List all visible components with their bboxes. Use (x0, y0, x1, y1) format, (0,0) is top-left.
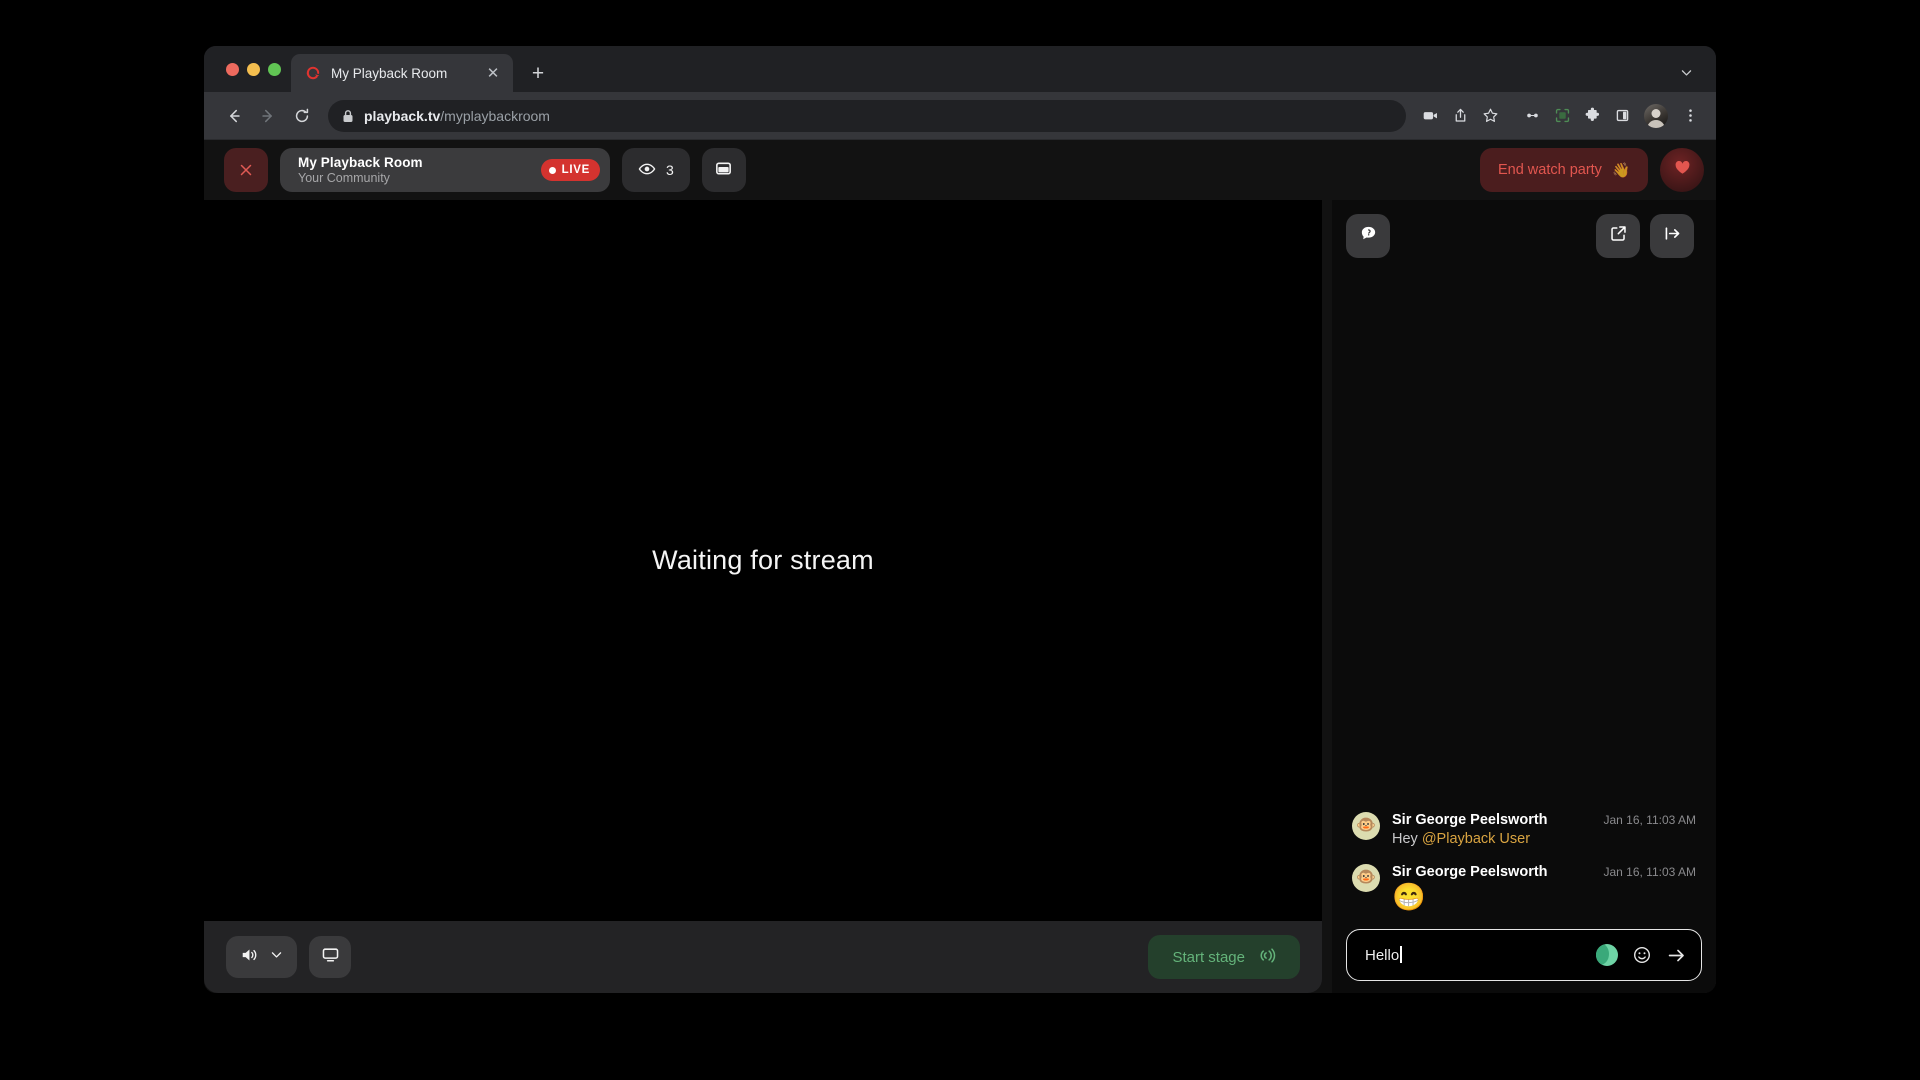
chat-panel: 🐵 Sir George Peelsworth Jan 16, 11:03 AM… (1332, 200, 1716, 993)
send-arrow-icon[interactable] (1666, 945, 1687, 966)
monitor-icon (321, 945, 340, 969)
broadcast-icon (1257, 946, 1276, 969)
app-header: My Playback Room Your Community LIVE 3 E… (204, 140, 1716, 200)
volume-button[interactable] (226, 936, 297, 978)
app-body: Waiting for stream Start stage 🐵 Sir Geo… (204, 200, 1716, 993)
avatar: 🐵 (1352, 812, 1380, 841)
browser-tabstrip: My Playback Room ✕ + (204, 46, 1716, 92)
room-info-pill[interactable]: My Playback Room Your Community LIVE (280, 148, 610, 192)
emoji-smiley-icon[interactable] (1632, 945, 1652, 965)
screen-share-button[interactable] (309, 936, 351, 978)
forward-icon[interactable] (252, 100, 284, 132)
share-icon[interactable] (1446, 102, 1474, 130)
chat-message-header: Sir George Peelsworth Jan 16, 11:03 AM (1392, 812, 1696, 828)
chat-input-container: Hello (1332, 929, 1716, 981)
start-stage-button[interactable]: Start stage (1148, 935, 1300, 979)
favorite-button[interactable] (1660, 148, 1704, 192)
chat-input-value: Hello (1365, 947, 1400, 964)
chat-message-body: Sir George Peelsworth Jan 16, 11:03 AM 😁 (1392, 864, 1696, 913)
layout-button[interactable] (701, 148, 746, 192)
reload-icon[interactable] (286, 100, 318, 132)
window-traffic-lights (220, 46, 291, 92)
chat-message-header: Sir George Peelsworth Jan 16, 11:03 AM (1392, 864, 1696, 880)
text-caret (1400, 946, 1402, 963)
waving-hand-icon: 👋 (1611, 162, 1630, 179)
start-stage-label: Start stage (1172, 948, 1245, 966)
external-link-icon (1609, 224, 1628, 248)
browser-tab[interactable]: My Playback Room ✕ (291, 54, 513, 92)
eye-icon (638, 160, 656, 181)
status-badge: LIVE (540, 159, 600, 181)
chat-message-author: Sir George Peelsworth (1392, 863, 1548, 880)
video-player[interactable]: Waiting for stream (204, 200, 1322, 921)
viewer-count-label: 3 (666, 162, 674, 178)
chat-message-timestamp: Jan 16, 11:03 AM (1603, 813, 1696, 828)
chrome-menu-icon[interactable] (1676, 102, 1704, 130)
playback-app: My Playback Room Your Community LIVE 3 E… (204, 140, 1716, 993)
screen-layout-icon (714, 159, 733, 181)
bookmark-star-icon[interactable] (1476, 102, 1504, 130)
extension-dots-icon[interactable] (1518, 102, 1546, 130)
tab-close-icon[interactable]: ✕ (483, 63, 503, 83)
profile-avatar[interactable] (1644, 103, 1668, 128)
chat-message-list[interactable]: 🐵 Sir George Peelsworth Jan 16, 11:03 AM… (1332, 272, 1716, 929)
chat-message: 🐵 Sir George Peelsworth Jan 16, 11:03 AM… (1352, 863, 1696, 913)
chat-help-button[interactable] (1346, 214, 1390, 258)
browser-window: My Playback Room ✕ + playback.tv/myplayb… (204, 46, 1716, 993)
presence-orb[interactable] (1596, 944, 1618, 966)
chat-message-text-prefix: Hey (1392, 831, 1422, 848)
volume-icon (240, 945, 260, 970)
close-room-button[interactable] (224, 148, 268, 192)
side-panel-icon[interactable] (1608, 102, 1636, 130)
puzzle-extensions-icon[interactable] (1578, 102, 1606, 130)
window-close-button[interactable] (226, 62, 239, 76)
popout-chat-button[interactable] (1596, 214, 1640, 258)
lock-icon (342, 109, 354, 123)
capture-icon[interactable] (1548, 102, 1576, 130)
browser-tab-title: My Playback Room (331, 65, 448, 81)
address-bar[interactable]: playback.tv/myplaybackroom (328, 99, 1406, 132)
avatar: 🐵 (1352, 863, 1380, 892)
url-domain: playback.tv (364, 107, 441, 124)
window-maximize-button[interactable] (268, 62, 281, 76)
waiting-for-stream-label: Waiting for stream (652, 545, 874, 575)
live-label: LIVE (561, 164, 590, 176)
chat-message-body: Sir George Peelsworth Jan 16, 11:03 AM H… (1392, 812, 1696, 850)
room-text: My Playback Room Your Community (298, 155, 523, 186)
browser-toolbar: playback.tv/myplaybackroom (204, 92, 1716, 140)
end-watch-party-label: End watch party (1497, 162, 1602, 178)
playback-logo-icon (306, 66, 320, 80)
chat-help-icon (1359, 224, 1378, 248)
chat-input-row[interactable]: Hello (1346, 929, 1702, 981)
tab-search-chevron-icon[interactable] (1672, 58, 1700, 86)
chat-message-timestamp: Jan 16, 11:03 AM (1603, 864, 1696, 879)
window-minimize-button[interactable] (247, 62, 260, 76)
video-camera-icon[interactable] (1416, 102, 1444, 130)
chat-message-author: Sir George Peelsworth (1392, 812, 1548, 829)
collapse-chat-button[interactable] (1650, 214, 1694, 258)
stage-column: Waiting for stream Start stage (204, 200, 1322, 993)
collapse-panel-icon (1663, 224, 1682, 248)
live-dot-icon (548, 166, 556, 174)
chevron-down-icon (270, 948, 283, 966)
heart-icon (1673, 158, 1692, 182)
end-watch-party-button[interactable]: End watch party 👋 (1479, 148, 1648, 192)
url-path: /myplaybackroom (440, 107, 550, 124)
back-icon[interactable] (218, 100, 250, 132)
viewer-count-button[interactable]: 3 (622, 148, 690, 192)
chat-message-text: Hey @Playback User (1392, 830, 1696, 850)
chat-mention[interactable]: @Playback User (1422, 831, 1530, 847)
room-subtitle: Your Community (298, 171, 390, 186)
address-bar-url: playback.tv/myplaybackroom (364, 108, 550, 124)
player-controls-bar: Start stage (204, 921, 1322, 993)
chat-message-emoji: 😁 (1392, 881, 1426, 912)
chat-message: 🐵 Sir George Peelsworth Jan 16, 11:03 AM… (1352, 812, 1696, 850)
new-tab-button[interactable]: + (523, 58, 553, 88)
chat-input-field[interactable]: Hello (1365, 946, 1582, 964)
chat-panel-header (1332, 200, 1716, 272)
room-name: My Playback Room (298, 154, 423, 170)
